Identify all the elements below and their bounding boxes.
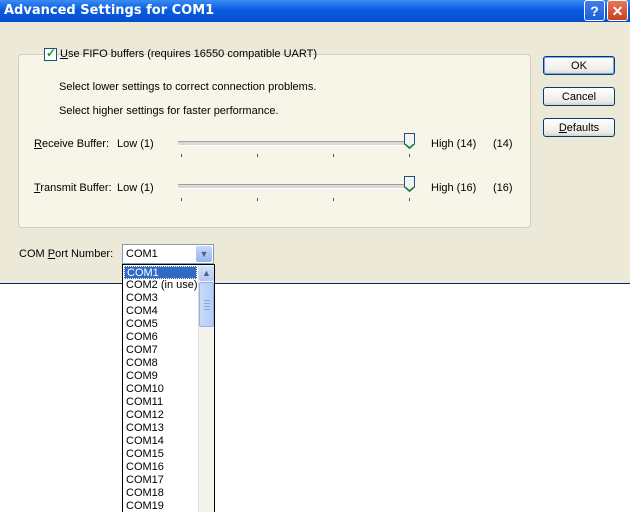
com-port-dropdown-list[interactable]: COM1 COM2 (in use) COM3 COM4 COM5 COM6 COM7 COM… (122, 264, 215, 512)
com-port-option[interactable]: COM8 (124, 357, 199, 370)
fifo-checkbox-label[interactable]: Use FIFO buffers (requires 16550 compati… (60, 48, 317, 60)
receive-slider-thumb[interactable] (404, 133, 415, 149)
com-port-option[interactable]: COM14 (124, 435, 199, 448)
advanced-settings-dialog: Advanced Settings for COM1 ? ✕ ✓ Use FIF… (0, 0, 630, 284)
transmit-value: (16) (493, 182, 513, 194)
grip-line (204, 309, 210, 310)
transmit-tick (333, 198, 334, 201)
com-port-combobox[interactable]: COM1 ▼ (122, 244, 214, 264)
receive-tick (181, 154, 182, 157)
receive-slider-track[interactable] (178, 141, 412, 146)
ok-button[interactable]: OK (543, 56, 615, 75)
receive-value: (14) (493, 138, 513, 150)
scroll-up-icon[interactable]: ▲ (199, 266, 214, 281)
com-port-option[interactable]: COM1 (124, 266, 197, 279)
com-port-option[interactable]: COM11 (124, 396, 199, 409)
title-bar[interactable]: Advanced Settings for COM1 ? ✕ (0, 0, 630, 22)
defaults-button[interactable]: Defaults (543, 118, 615, 137)
com-port-option[interactable]: COM19 (124, 500, 199, 512)
scrollbar-thumb[interactable] (199, 282, 214, 327)
transmit-high-label: High (16) (431, 182, 477, 194)
receive-tick (257, 154, 258, 157)
com-port-option[interactable]: COM17 (124, 474, 199, 487)
grip-line (204, 303, 210, 304)
fifo-checkbox-row[interactable]: ✓ Use FIFO buffers (requires 16550 compa… (44, 46, 317, 62)
com-port-option[interactable]: COM10 (124, 383, 199, 396)
transmit-low-label: Low (1) (117, 182, 154, 194)
com-port-label: COM Port Number: (19, 248, 114, 260)
com-port-option[interactable]: COM4 (124, 305, 199, 318)
chevron-down-icon[interactable]: ▼ (196, 246, 212, 262)
grip-line (204, 306, 210, 307)
com-port-option[interactable]: COM3 (124, 292, 199, 305)
hint-higher: Select higher settings for faster perfor… (59, 105, 279, 117)
com-port-option[interactable]: COM16 (124, 461, 199, 474)
com-port-option[interactable]: COM12 (124, 409, 199, 422)
transmit-tick (181, 198, 182, 201)
com-port-option[interactable]: COM13 (124, 422, 199, 435)
receive-buffer-label: Receive Buffer: (34, 138, 110, 150)
receive-high-label: High (14) (431, 138, 477, 150)
transmit-slider-thumb[interactable] (404, 176, 415, 192)
transmit-tick (257, 198, 258, 201)
fifo-checkbox[interactable]: ✓ (44, 46, 57, 61)
com-port-option[interactable]: COM7 (124, 344, 199, 357)
com-port-option[interactable]: COM6 (124, 331, 199, 344)
com-port-option[interactable]: COM15 (124, 448, 199, 461)
cancel-button[interactable]: Cancel (543, 87, 615, 106)
transmit-slider-track[interactable] (178, 184, 412, 189)
receive-tick (333, 154, 334, 157)
receive-low-label: Low (1) (117, 138, 154, 150)
hint-lower: Select lower settings to correct connect… (59, 81, 317, 93)
checkmark-icon: ✓ (46, 46, 57, 60)
window-title: Advanced Settings for COM1 (4, 3, 215, 18)
grip-line (204, 300, 210, 301)
com-port-option[interactable]: COM9 (124, 370, 199, 383)
receive-tick (409, 154, 410, 157)
transmit-tick (409, 198, 410, 201)
close-button[interactable]: ✕ (607, 0, 628, 21)
help-button[interactable]: ? (584, 0, 605, 21)
transmit-buffer-label: Transmit Buffer: (34, 182, 112, 194)
com-port-option[interactable]: COM5 (124, 318, 199, 331)
dropdown-scrollbar[interactable]: ▲ (198, 265, 214, 512)
close-x-icon: ✕ (611, 3, 624, 19)
com-port-selected: COM1 (126, 248, 158, 260)
com-port-option[interactable]: COM2 (in use) (124, 279, 199, 292)
question-mark-icon: ? (590, 3, 599, 19)
com-port-option[interactable]: COM18 (124, 487, 199, 500)
